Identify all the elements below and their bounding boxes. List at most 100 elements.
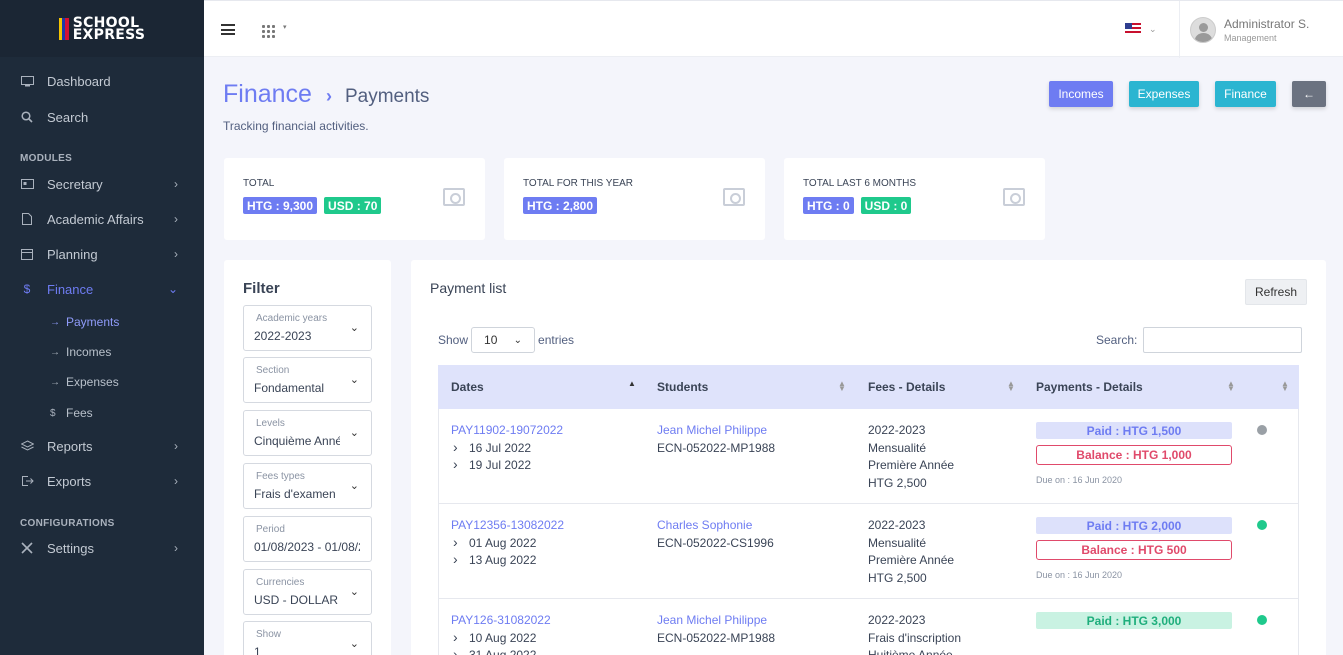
- sidebar-item-label: Exports: [47, 473, 92, 489]
- layers-icon: [20, 439, 34, 453]
- payments-table: Dates ▲ Students ▲ ▼ Fees - Details ▲ ▼ Pa…: [438, 365, 1299, 655]
- chevron-right-icon: ›: [174, 439, 178, 453]
- apps-caret-icon[interactable]: ▾: [283, 23, 287, 31]
- finance-button[interactable]: Finance: [1215, 81, 1276, 107]
- student-id: ECN-052022-MP1988: [657, 440, 776, 455]
- htg-badge: HTG : 0: [803, 197, 854, 214]
- field-label: Section: [256, 365, 290, 376]
- refresh-button[interactable]: Refresh: [1245, 279, 1307, 305]
- sidebar-item-exports[interactable]: Exports ›: [0, 466, 204, 496]
- chevron-down-icon: ⌄: [1149, 23, 1157, 34]
- avatar: [1190, 16, 1216, 43]
- usd-badge: USD : 0: [860, 197, 912, 214]
- sidebar-item-academic-affairs[interactable]: Academic Affairs ›: [0, 204, 204, 234]
- user-menu[interactable]: Administrator S. Management: [1179, 1, 1324, 58]
- fee-level: Première Année: [868, 553, 955, 567]
- fee-year: 2022-2023: [868, 423, 926, 437]
- fees-types-select[interactable]: Fees types Frais d'examen ⌄: [243, 463, 372, 509]
- payment-date: 13 Aug 2022: [451, 551, 564, 570]
- column-header-fees[interactable]: Fees - Details: [868, 380, 945, 394]
- sidebar-subitem-expenses[interactable]: → Expenses: [50, 371, 119, 393]
- entries-length-control: Show 10 ⌄ entries: [438, 327, 574, 353]
- sort-icon[interactable]: ▲ ▼: [1281, 380, 1289, 393]
- sidebar-subitem-incomes[interactable]: → Incomes: [50, 341, 111, 363]
- page-title[interactable]: Finance: [223, 80, 312, 109]
- id-card-icon: [20, 177, 34, 191]
- column-header-students[interactable]: Students: [657, 380, 708, 394]
- column-header-dates[interactable]: Dates: [451, 380, 484, 394]
- sidebar-subitem-label: Fees: [66, 406, 93, 420]
- student-link[interactable]: Jean Michel Philippe: [657, 422, 775, 440]
- sidebar-subitem-fees[interactable]: $ Fees: [50, 402, 93, 424]
- sort-asc-icon[interactable]: ▲: [628, 380, 636, 388]
- status-dot: [1257, 615, 1267, 625]
- sidebar-item-finance[interactable]: $ Finance ⌄: [0, 274, 204, 304]
- levels-select[interactable]: Levels Cinquième Année ⌄: [243, 410, 372, 456]
- incomes-button[interactable]: Incomes: [1049, 81, 1113, 107]
- sort-icon[interactable]: ▲ ▼: [1007, 380, 1015, 393]
- user-name: Administrator S.: [1224, 16, 1310, 31]
- sidebar-item-label: Search: [47, 109, 89, 125]
- payment-ref-link[interactable]: PAY126-31082022: [451, 612, 551, 630]
- sort-icon[interactable]: ▲ ▼: [838, 380, 846, 393]
- chevron-down-icon: ⌄: [349, 638, 359, 650]
- field-label: Academic years: [256, 313, 328, 324]
- payment-list-title: Payment list: [430, 280, 507, 296]
- apps-grid-icon[interactable]: [262, 25, 275, 38]
- chevron-down-icon: ⌄: [513, 334, 523, 346]
- language-selector[interactable]: ⌄: [1125, 23, 1157, 35]
- due-date: Due on : 16 Jun 2020: [1036, 570, 1123, 580]
- back-button[interactable]: ←: [1292, 81, 1326, 107]
- stat-label: TOTAL LAST 6 MONTHS: [803, 178, 916, 189]
- status-dot: [1257, 425, 1267, 435]
- search-input[interactable]: [1143, 327, 1303, 353]
- field-label: Currencies: [256, 577, 305, 588]
- top-bar: ▾ ⌄ Administrator S. Management: [204, 0, 1343, 58]
- currencies-select[interactable]: Currencies USD - DOLLAR ⌄: [243, 569, 372, 615]
- sort-icon[interactable]: ▲ ▼: [1227, 380, 1235, 393]
- sidebar-item-planning[interactable]: Planning ›: [0, 239, 204, 269]
- show-select[interactable]: Show 1 ⌄: [243, 621, 372, 655]
- sidebar-item-secretary[interactable]: Secretary ›: [0, 169, 204, 199]
- table-row[interactable]: PAY12356-13082022 01 Aug 2022 13 Aug 202…: [438, 504, 1299, 599]
- menu-toggle-icon[interactable]: [221, 24, 235, 35]
- chevron-down-icon: ⌄: [349, 480, 359, 492]
- logo[interactable]: SCHOOL EXPRESS: [0, 0, 204, 57]
- show-label: Show: [438, 333, 469, 347]
- payment-ref-link[interactable]: PAY12356-13082022: [451, 517, 564, 535]
- table-row[interactable]: PAY126-31082022 10 Aug 2022 31 Aug 2022 …: [438, 599, 1299, 655]
- column-header-payments[interactable]: Payments - Details: [1036, 380, 1143, 394]
- sidebar-item-search[interactable]: Search: [0, 102, 204, 132]
- field-value: USD - DOLLAR: [254, 593, 339, 607]
- student-link[interactable]: Jean Michel Philippe: [657, 612, 775, 630]
- search-label: Search:: [1096, 333, 1138, 347]
- sidebar-item-dashboard[interactable]: Dashboard: [0, 66, 204, 96]
- field-value: 01/08/2023 - 01/08/2023: [254, 540, 360, 554]
- student-id: ECN-052022-MP1988: [657, 630, 776, 645]
- entries-select[interactable]: 10 ⌄: [471, 327, 536, 353]
- sidebar-item-reports[interactable]: Reports ›: [0, 431, 204, 461]
- student-link[interactable]: Charles Sophonie: [657, 517, 774, 535]
- sidebar-subitem-payments[interactable]: → Payments: [50, 311, 119, 333]
- sidebar-subitem-label: Incomes: [66, 345, 112, 359]
- academic-years-select[interactable]: Academic years 2022-2023 ⌄: [243, 305, 372, 351]
- expenses-button[interactable]: Expenses: [1129, 81, 1199, 107]
- sidebar-item-label: Settings: [47, 540, 94, 556]
- period-input[interactable]: Period 01/08/2023 - 01/08/2023: [243, 516, 372, 562]
- sidebar-item-settings[interactable]: Settings ›: [0, 533, 204, 563]
- payment-ref-link[interactable]: PAY11902-19072022: [451, 422, 563, 440]
- payment-date: 01 Aug 2022: [451, 534, 564, 553]
- paid-badge: Paid : HTG 2,000: [1036, 517, 1232, 534]
- money-icon: [1003, 188, 1025, 206]
- payment-date: 10 Aug 2022: [451, 629, 551, 648]
- chevron-down-icon: ⌄: [349, 374, 359, 386]
- sidebar-subitem-label: Expenses: [66, 375, 119, 389]
- section-select[interactable]: Section Fondamental ⌄: [243, 357, 372, 403]
- arrow-right-icon: →: [50, 376, 60, 388]
- due-date: Due on : 16 Jun 2020: [1036, 475, 1123, 485]
- arrow-right-icon: →: [50, 316, 60, 328]
- paid-badge: Paid : HTG 3,000: [1036, 612, 1232, 629]
- table-row[interactable]: PAY11902-19072022 16 Jul 2022 19 Jul 202…: [438, 409, 1299, 504]
- payment-list-panel: Payment list Refresh Show 10 ⌄ entries Se…: [411, 260, 1326, 655]
- page-description: Tracking financial activities.: [223, 119, 369, 133]
